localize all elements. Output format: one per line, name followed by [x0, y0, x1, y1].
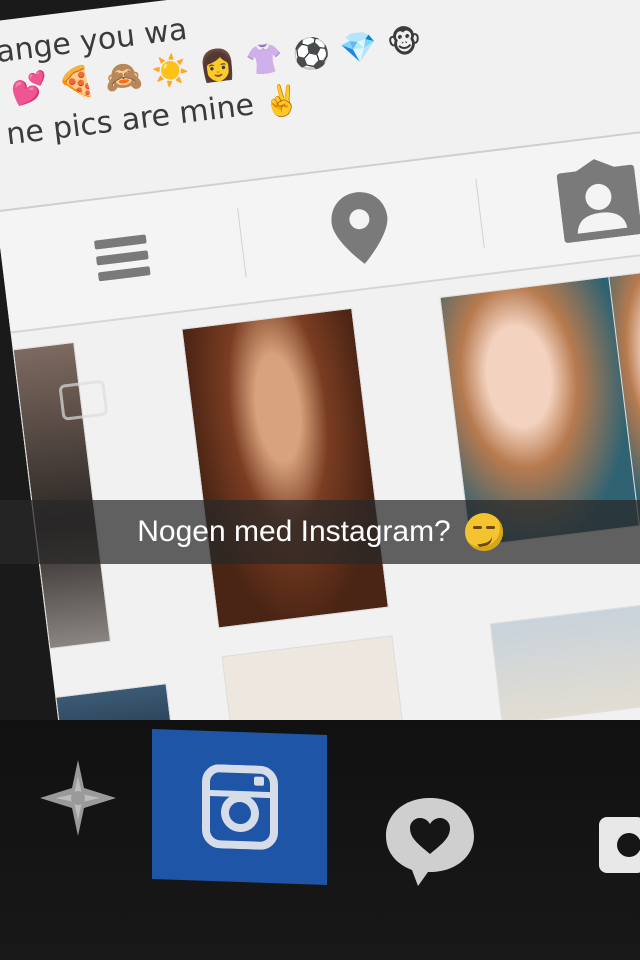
emoji-diamond: 💎 — [338, 28, 380, 69]
nav-instagram-button[interactable] — [152, 728, 327, 886]
emoji-monkey: 🙈 — [103, 57, 145, 98]
camera-icon — [599, 817, 640, 873]
emoji-hearts: 💕 — [9, 69, 51, 109]
tab-tagged-photos[interactable] — [472, 125, 640, 273]
photo-thumbnail[interactable] — [12, 341, 111, 650]
instagram-icon — [201, 764, 278, 850]
list-icon — [94, 234, 151, 282]
emoji-shirt: 👚 — [244, 40, 286, 80]
nav-camera-button[interactable] — [590, 810, 640, 880]
chat-heart-icon — [386, 798, 474, 886]
caption-text: Nogen med Instagram? — [137, 515, 451, 548]
video-camera-icon — [58, 379, 109, 421]
bottom-navigation-bar — [0, 720, 640, 960]
emoji-woman: 👩 — [197, 46, 239, 86]
emoji-sun: ☀️ — [150, 51, 192, 92]
emoji-victory-hand: ✌️ — [261, 81, 303, 121]
smirk-emoji-icon — [464, 513, 503, 551]
photo-thumbnail[interactable] — [181, 307, 389, 629]
nav-messages-button[interactable] — [370, 785, 490, 895]
map-pin-icon — [331, 192, 388, 264]
compass-star-icon — [39, 759, 116, 836]
snapchat-caption-bar: Nogen med Instagram? — [0, 500, 640, 564]
tagged-user-icon — [556, 159, 640, 243]
instagram-profile-screen: ange you wa 💕 🍕 🙈 ☀️ 👩 👚 ⚽ 💎 🐵 ne pics a… — [0, 0, 640, 799]
profile-bio: ange you wa 💕 🍕 🙈 ☀️ 👩 👚 ⚽ 💎 🐵 ne pics a… — [0, 0, 640, 157]
emoji-pizza: 🍕 — [56, 63, 98, 103]
emoji-soccer: ⚽ — [291, 34, 333, 74]
photo-thumbnail[interactable] — [489, 588, 640, 725]
emoji-monkey-face: 🐵 — [385, 23, 424, 63]
nav-explore-button[interactable] — [30, 750, 125, 845]
